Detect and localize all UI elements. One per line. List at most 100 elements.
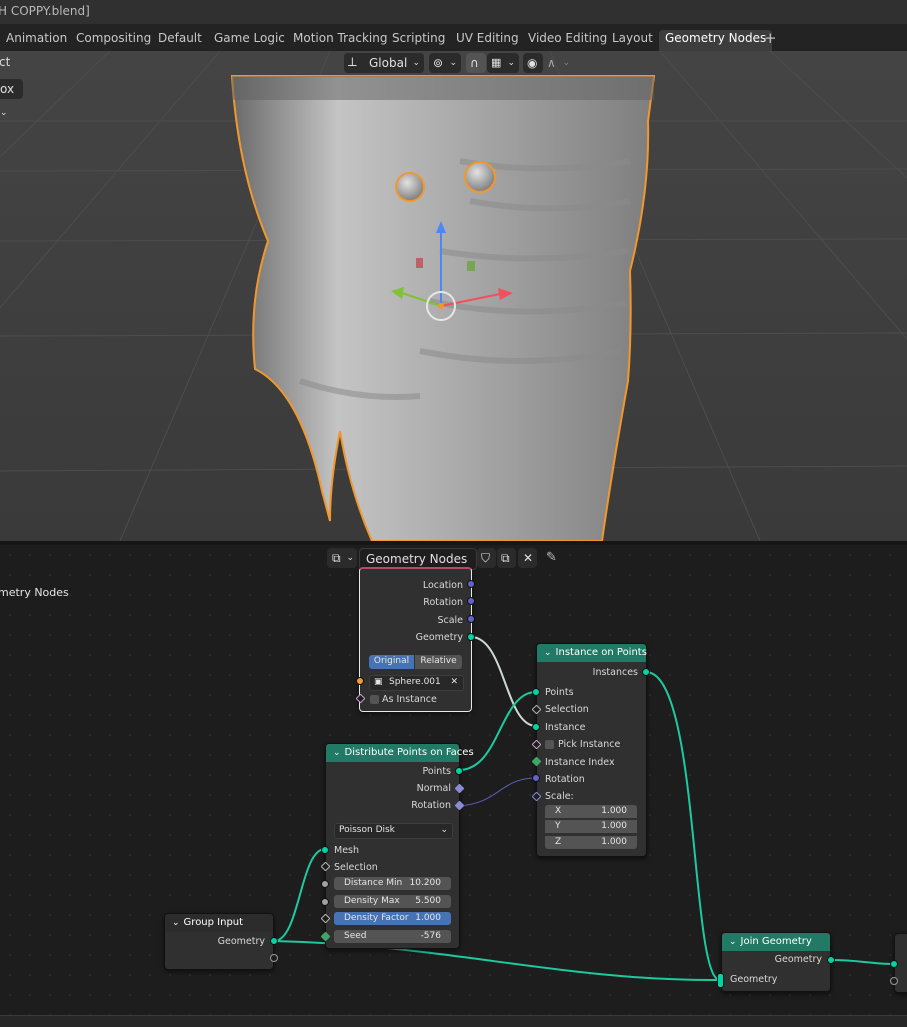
title-bar: H COPPY.blend] [0,0,907,24]
node-editor[interactable]: ⧉ ⌄ Geometry Nodes ⛉ ⧉ ✕ ✎ metry Nodes L… [0,545,907,1015]
chevron-down-icon: ⌄ [507,58,515,68]
group-input-node[interactable]: ⌄ Group Input Geometry [164,913,274,970]
socket-scale[interactable] [467,615,475,623]
socket-instance-in[interactable] [532,723,540,731]
fake-user-button[interactable]: ⛉ [477,548,496,568]
output-rotation: Rotation [411,800,451,811]
tab-default[interactable]: Default [152,30,208,51]
scale-y-field[interactable]: Y 1.000 [545,820,637,833]
node-editor-icon: ⧉ [332,551,341,565]
socket-location[interactable] [467,580,475,588]
magnet-icon: ∩ [470,56,479,70]
output-location: Location [422,580,463,591]
object-info-node[interactable]: Location Rotation Scale Geometry Origina… [359,567,472,712]
tab-game-logic[interactable]: Game Logic [208,30,291,51]
mode-dropdown[interactable]: ox ⌄ [0,79,23,118]
instance-on-points-node[interactable]: ⌄ Instance on Points Instances Points Sel… [536,643,647,857]
pivot-point-dropdown[interactable]: ⊚ ⌄ [429,53,461,73]
socket-geometry-out[interactable] [467,633,475,641]
chevron-down-icon[interactable]: ⌄ [172,918,180,928]
copy-icon: ⧉ [501,551,510,565]
socket-mesh-in[interactable] [321,846,329,854]
socket-distance-min-in[interactable] [321,880,329,888]
input-instance: Instance [545,722,586,733]
join-geometry-node[interactable]: ⌄ Join Geometry Geometry Geometry [721,932,831,992]
snap-target-dropdown[interactable]: ▦ ⌄ [487,53,519,73]
close-icon: ✕ [523,551,534,565]
input-geometry: Geometry [730,974,778,985]
close-icon[interactable]: ✕ [450,676,458,689]
tab-compositing[interactable]: Compositing [70,30,157,51]
distance-min-field[interactable]: Distance Min 10.200 [334,877,451,890]
output-instances: Instances [592,667,638,678]
proportional-icon: ◉ [527,56,538,70]
pin-icon[interactable]: ✎ [546,550,557,565]
scale-x-field[interactable]: X 1.000 [545,805,637,818]
scale-z-field[interactable]: Z 1.000 [545,836,637,849]
proportional-editing-toggle[interactable]: ◉ [523,53,543,73]
sphere-instance[interactable] [395,172,425,202]
as-instance-checkbox[interactable] [370,695,379,704]
input-mesh: Mesh [334,845,360,856]
pick-instance-checkbox[interactable] [545,740,554,749]
node-header: ⌄ Instance on Points [537,644,647,662]
tab-motion-tracking[interactable]: Motion Tracking [287,30,393,51]
socket-rotation[interactable] [467,597,475,605]
pick-instance-label: Pick Instance [558,739,621,750]
object-icon: ▣ [374,677,383,687]
viewport-scene [0,51,907,541]
density-factor-field[interactable]: Density Factor 1.000 [334,912,451,925]
socket-output-empty-in[interactable] [890,977,898,985]
original-toggle[interactable]: Original [369,655,414,669]
node-header: ⌄ Group Input [165,914,273,932]
chevron-down-icon[interactable]: ⌄ [544,648,552,658]
socket-empty-out[interactable] [270,954,278,962]
input-selection: Selection [545,704,589,715]
socket-group-geometry-out[interactable] [270,937,278,945]
socket-rotation-in[interactable] [532,774,540,782]
socket-join-geometry-multi-in[interactable] [717,973,724,988]
seed-field[interactable]: Seed -576 [334,930,451,943]
snap-toggle[interactable]: ∩ [466,53,486,73]
tab-geometry-nodes[interactable]: Geometry Nodes [659,30,773,51]
tab-layout[interactable]: Layout [606,30,659,51]
output-geometry: Geometry [415,632,463,643]
chevron-down-icon: ⌄ [562,58,570,68]
duplicate-button[interactable]: ⧉ [497,548,516,568]
orientation-icon: ⟂ [348,55,357,70]
socket-points-out[interactable] [455,767,463,775]
tab-animation[interactable]: Animation [0,30,73,51]
3d-viewport[interactable]: ct ox ⌄ ⟂ Global ⌄ ⊚ ⌄ ∩ ▦ ⌄ ◉ ∧ ⌄ [0,51,907,541]
distribute-points-node[interactable]: ⌄ Distribute Points on Faces Points Norma… [325,743,474,949]
input-scale: Scale: [545,791,574,802]
density-max-field[interactable]: Density Max 5.500 [334,895,451,908]
socket-object-in[interactable] [356,677,364,685]
relative-toggle[interactable]: Relative [415,655,462,669]
input-selection: Selection [334,862,378,873]
falloff-curve-icon: ∧ [547,56,556,70]
tab-scripting[interactable]: Scripting [386,30,451,51]
socket-points-in[interactable] [532,688,540,696]
falloff-dropdown[interactable]: ∧ ⌄ [544,53,574,73]
unlink-button[interactable]: ✕ [518,548,537,568]
sphere-instance[interactable] [464,161,496,193]
add-workspace-icon[interactable]: + [764,29,777,47]
object-field[interactable]: ▣ Sphere.001 ✕ [369,675,464,691]
socket-output-geometry-in[interactable] [890,960,898,968]
shield-icon: ⛉ [481,551,491,565]
socket-join-geometry-out[interactable] [827,956,835,964]
tab-video-editing[interactable]: Video Editing [522,30,613,51]
grid-icon: ▦ [491,56,502,69]
socket-density-max-in[interactable] [321,898,329,906]
transform-orientation-dropdown[interactable]: ⟂ Global ⌄ [344,53,424,73]
chevron-down-icon: ⌄ [449,58,457,68]
tab-uv-editing[interactable]: UV Editing [450,30,525,51]
chevron-down-icon: ⌄ [346,553,354,563]
chevron-down-icon[interactable]: ⌄ [333,748,341,758]
chevron-down-icon[interactable]: ⌄ [729,937,737,947]
output-points: Points [422,766,451,777]
socket-instances-out[interactable] [642,668,650,676]
editor-type-dropdown[interactable]: ⧉ ⌄ [327,548,357,568]
distribution-method-dropdown[interactable]: Poisson Disk ⌄ [334,823,453,839]
breadcrumb: metry Nodes [0,586,69,599]
